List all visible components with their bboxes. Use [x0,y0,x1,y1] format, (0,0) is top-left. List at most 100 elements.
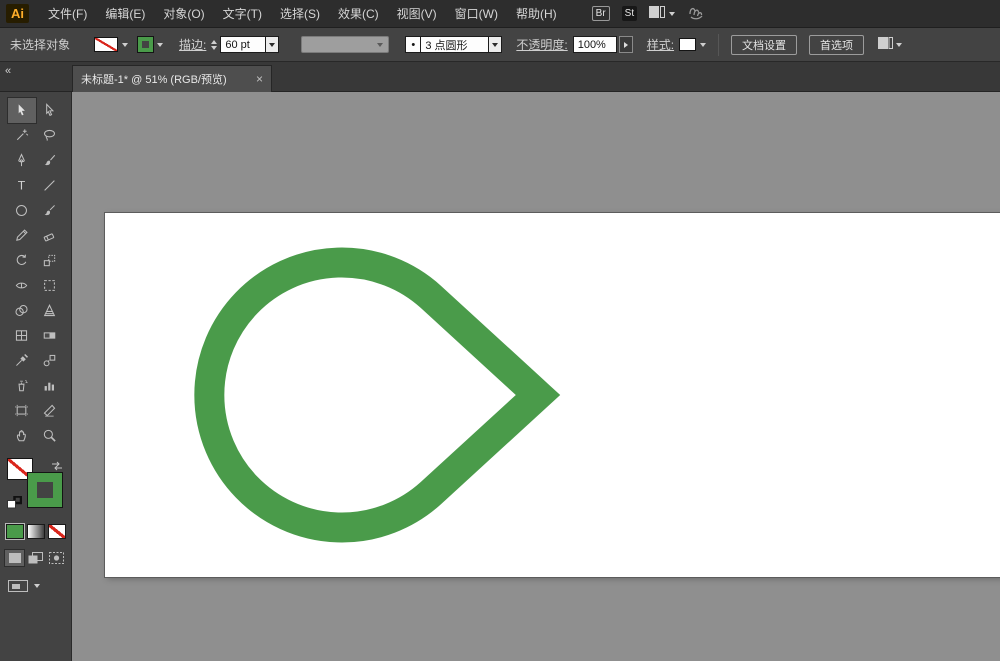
fill-color-dropdown[interactable] [94,37,128,52]
scale-tool[interactable] [36,248,64,273]
menu-item[interactable]: 文件(F) [39,0,96,28]
color-button[interactable] [6,524,24,539]
line-segment-tool[interactable] [36,173,64,198]
menu-item[interactable]: 文字(T) [214,0,271,28]
eyedropper-tool[interactable] [8,348,36,373]
menu-item[interactable]: 视图(V) [388,0,446,28]
preferences-button[interactable]: 首选项 [809,35,864,55]
opacity-more-button[interactable] [619,36,633,53]
width-tool[interactable] [8,273,36,298]
stroke-weight-label[interactable]: 描边: [179,36,206,53]
eraser-tool[interactable] [36,223,64,248]
stock-button[interactable]: St [622,6,637,21]
chevron-down-icon [492,43,498,47]
panel-icon [878,37,893,52]
illustrator-window: Ai 文件(F)编辑(E)对象(O)文字(T)选择(S)效果(C)视图(V)窗口… [0,0,1000,661]
magic-wand-tool[interactable] [8,123,36,148]
brush-preview-icon: • [405,36,421,53]
style-label[interactable]: 样式: [647,36,674,53]
screen-mode-button[interactable] [5,577,31,594]
document-setup-button[interactable]: 文档设置 [731,35,797,55]
tools-panel: T [0,92,72,661]
mesh-tool[interactable] [8,323,36,348]
tab-close-icon[interactable]: × [256,72,263,86]
paintbrush-tool[interactable] [36,198,64,223]
perspective-grid-tool[interactable] [36,298,64,323]
chevron-down-icon [157,43,163,47]
svg-text:T: T [18,179,26,193]
artwork-layer [72,92,1000,661]
chevron-down-icon [122,43,128,47]
document-tab[interactable]: 未标题-1* @ 51% (RGB/预览) × [72,65,272,92]
stroke-weight-stepper[interactable] [211,40,217,50]
shape-builder-tool[interactable] [8,298,36,323]
main-area: T [0,92,1000,661]
pencil-tool[interactable] [8,223,36,248]
tab-bar: « 未标题-1* @ 51% (RGB/预览) × [0,62,1000,92]
default-fill-stroke-icon[interactable] [7,496,22,514]
gradient-button[interactable] [27,524,45,539]
type-tool[interactable]: T [8,173,36,198]
draw-behind-button[interactable] [26,550,45,566]
screen-mode-row [5,577,71,594]
divider [718,34,719,56]
selection-status: 未选择对象 [10,36,70,53]
panel-collapse-icon[interactable]: « [5,65,11,77]
chevron-down-icon [34,584,40,588]
arrange-documents-icon [649,6,665,21]
tools-grid: T [0,98,71,448]
illustrator-logo-icon: Ai [6,4,29,23]
opacity-label[interactable]: 不透明度: [516,36,567,53]
chevron-right-icon [624,42,628,48]
hand-tool[interactable] [8,423,36,448]
draw-inside-button[interactable] [47,550,66,566]
direct-selection-tool[interactable] [36,98,64,123]
brush-definition-dropdown[interactable]: • 3 点圆形 [405,36,502,53]
chevron-down-icon [896,43,902,47]
selection-tool[interactable] [8,98,36,123]
pen-tool[interactable] [8,148,36,173]
zoom-tool[interactable] [36,423,64,448]
brush-name-field[interactable]: 3 点圆形 [421,36,489,53]
opacity-value: 100% [578,39,606,51]
gesture-icon [687,4,706,23]
none-button[interactable] [48,524,66,539]
menu-item[interactable]: 对象(O) [154,0,213,28]
blob-brush-tool[interactable] [36,148,64,173]
draw-normal-button[interactable] [5,550,24,566]
teardrop-shape[interactable] [209,263,538,528]
rotate-tool[interactable] [8,248,36,273]
menu-item[interactable]: 帮助(H) [507,0,566,28]
stroke-swatch[interactable] [28,473,62,507]
symbol-sprayer-tool[interactable] [8,373,36,398]
opacity-field[interactable]: 100% [573,36,617,53]
stepper-down-icon[interactable] [211,46,217,50]
stepper-up-icon[interactable] [211,40,217,44]
arrange-documents-button[interactable] [649,6,675,21]
control-bar: 未选择对象 描边: 60 pt • 3 点圆形 不透明度: 100% 样式: [0,28,1000,62]
canvas[interactable] [72,92,1000,661]
free-transform-tool[interactable] [36,273,64,298]
menu-item[interactable]: 编辑(E) [96,0,154,28]
menu-item[interactable]: 窗口(W) [446,0,507,28]
menu-item[interactable]: 效果(C) [329,0,388,28]
gradient-tool[interactable] [36,323,64,348]
blend-tool[interactable] [36,348,64,373]
slice-tool[interactable] [36,398,64,423]
menu-right-icons: Br St [592,4,706,23]
swap-fill-stroke-icon[interactable] [51,458,63,476]
menu-item[interactable]: 选择(S) [271,0,329,28]
stroke-color-dropdown[interactable] [138,37,163,52]
stroke-weight-dropdown-button[interactable] [266,36,279,53]
stroke-weight-field[interactable]: 60 pt [220,36,266,53]
column-graph-tool[interactable] [36,373,64,398]
style-dropdown[interactable] [679,38,706,51]
chevron-down-icon [700,43,706,47]
ellipse-tool[interactable] [8,198,36,223]
chevron-down-icon [669,12,675,16]
lasso-tool[interactable] [36,123,64,148]
control-panel-menu-button[interactable] [878,37,902,52]
artboard-tool[interactable] [8,398,36,423]
bridge-button[interactable]: Br [592,6,610,21]
brush-dropdown-button[interactable] [489,36,502,53]
